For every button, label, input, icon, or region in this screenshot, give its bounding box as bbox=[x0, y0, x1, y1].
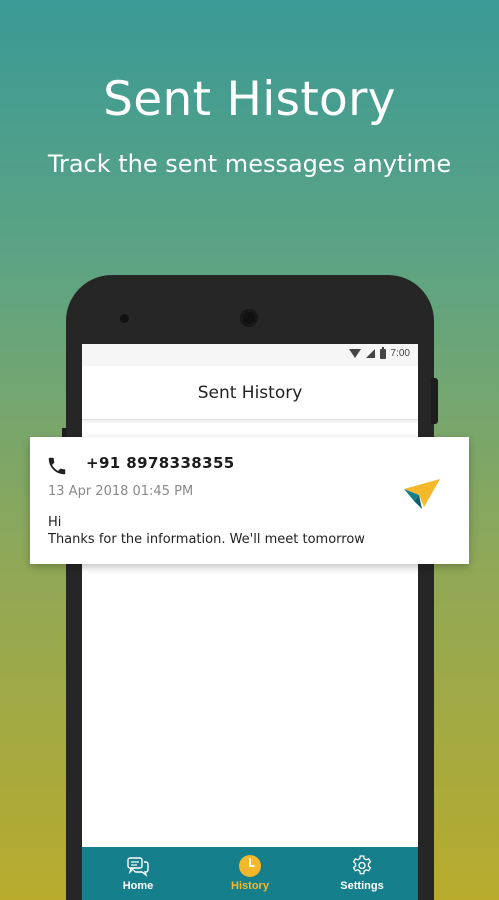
status-time: 7:00 bbox=[390, 348, 410, 359]
clock-icon bbox=[239, 855, 261, 877]
chat-bubbles-icon bbox=[127, 857, 149, 877]
phone-screen: 7:00 Sent History bbox=[82, 344, 418, 900]
recipient-number: +91 8978338355 bbox=[86, 454, 235, 472]
battery-icon bbox=[379, 346, 386, 359]
nav-settings[interactable]: Settings bbox=[306, 847, 418, 900]
power-button bbox=[431, 378, 438, 424]
phone-icon bbox=[48, 457, 66, 475]
wifi-icon bbox=[348, 349, 361, 358]
gear-icon bbox=[352, 855, 372, 875]
message-body: Hi Thanks for the information. We'll mee… bbox=[48, 514, 365, 548]
status-bar: 7:00 bbox=[82, 344, 418, 366]
message-line-1: Hi bbox=[48, 515, 62, 530]
nav-home-label: Home bbox=[122, 880, 154, 892]
message-timestamp: 13 Apr 2018 01:45 PM bbox=[48, 484, 194, 499]
bottom-navigation: Home History Settings bbox=[82, 847, 418, 900]
promo-title: Sent History bbox=[103, 72, 396, 127]
sent-plane-icon bbox=[404, 479, 440, 509]
message-line-2: Thanks for the information. We'll meet t… bbox=[48, 532, 365, 547]
promo-subtitle: Track the sent messages anytime bbox=[47, 150, 452, 178]
sent-message-card[interactable]: +91 8978338355 13 Apr 2018 01:45 PM Hi T… bbox=[30, 437, 469, 564]
nav-home[interactable]: Home bbox=[82, 847, 194, 900]
front-camera bbox=[240, 309, 258, 327]
nav-history[interactable]: History bbox=[194, 847, 306, 900]
nav-settings-label: Settings bbox=[340, 880, 384, 892]
proximity-sensor bbox=[120, 314, 129, 323]
nav-history-label: History bbox=[231, 880, 269, 892]
app-bar-title: Sent History bbox=[197, 383, 303, 403]
app-bar: Sent History bbox=[82, 366, 418, 420]
signal-icon bbox=[365, 349, 375, 358]
